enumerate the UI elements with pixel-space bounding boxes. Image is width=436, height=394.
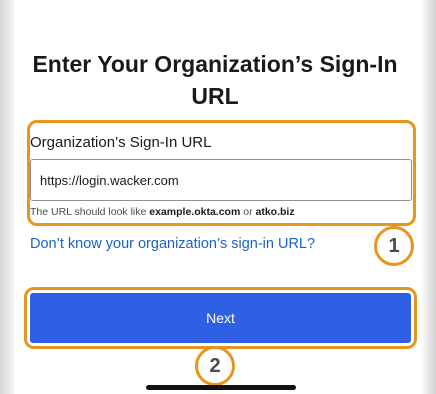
step-2-callout-badge: 2	[195, 346, 235, 386]
url-hint-or: or	[240, 206, 256, 218]
signin-url-input[interactable]	[30, 159, 412, 201]
page-title: Enter Your Organization’s Sign-In URL	[32, 51, 398, 109]
url-hint-example-okta: example.okta.com	[149, 206, 241, 218]
step-1-callout-badge: 1	[374, 226, 414, 266]
url-hint-prefix: The URL should look like	[30, 206, 150, 218]
url-field-label: Organization’s Sign-In URL	[30, 134, 212, 151]
url-hint-example-atko: atko.biz	[255, 206, 295, 218]
home-indicator[interactable]	[146, 385, 296, 390]
screenshot-stage: Enter Your Organization’s Sign-In URL Or…	[0, 0, 436, 394]
next-button[interactable]: Next	[30, 293, 411, 343]
url-hint: The URL should look like example.okta.co…	[30, 206, 295, 218]
help-signin-url-link[interactable]: Don’t know your organization’s sign-in U…	[30, 236, 315, 252]
